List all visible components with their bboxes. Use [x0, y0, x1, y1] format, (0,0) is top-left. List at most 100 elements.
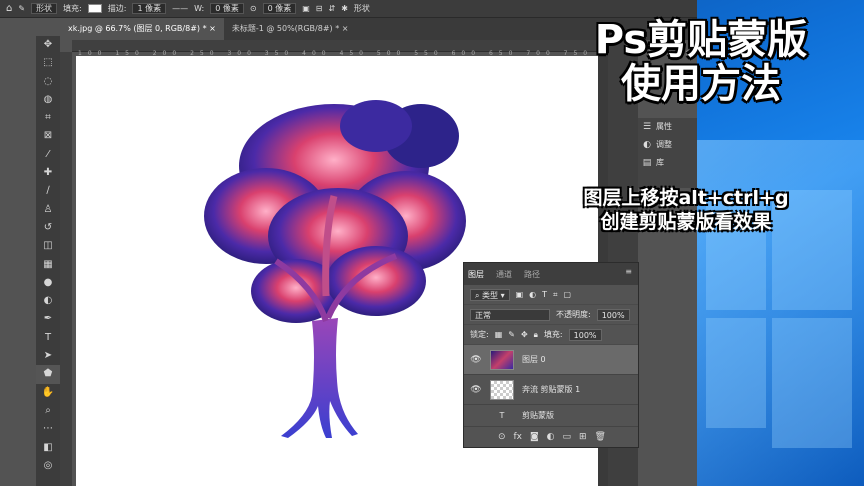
- stroke-label: 描边:: [107, 4, 127, 13]
- text-layer-icon: T: [499, 411, 505, 420]
- gradient-tool-icon[interactable]: ▦: [36, 256, 60, 274]
- shape-tool-icon[interactable]: ⬟: [36, 365, 60, 384]
- zoom-tool-icon[interactable]: ⌕: [36, 402, 60, 420]
- tab-untitled[interactable]: 未标题-1 @ 50%(RGB/8#) * ×: [224, 18, 357, 40]
- tools-panel: ✥ ⬚ ◌ ◍ ⌗ ⊠ ⁄ ✚ ∕ ♙ ↺ ◫ ▦ ● ◐ ✒ T ➤ ⬟ ✋ …: [36, 36, 60, 486]
- side-panel-stack: ☰ 属性 ◐ 调整 ▤ 库: [638, 118, 697, 188]
- width-field[interactable]: 0 像素: [210, 3, 244, 14]
- fill-swatch[interactable]: [87, 4, 102, 13]
- smart-filter-icon[interactable]: ▢: [564, 290, 572, 299]
- hand-tool-icon[interactable]: ✋: [36, 384, 60, 402]
- link-icon[interactable]: ⊙: [250, 4, 257, 13]
- lasso-tool-icon[interactable]: ◌: [36, 73, 60, 91]
- layer-row[interactable]: T 剪贴蒙版: [464, 405, 638, 427]
- adjustment-layer-icon[interactable]: ◐: [547, 432, 555, 442]
- side-item-adjustments[interactable]: ◐ 调整: [638, 136, 697, 154]
- frame-tool-icon[interactable]: ⊠: [36, 127, 60, 145]
- eye-icon[interactable]: 👁︎: [470, 355, 482, 365]
- side-item-properties[interactable]: ☰ 属性: [638, 118, 697, 136]
- marquee-tool-icon[interactable]: ⬚: [36, 54, 60, 72]
- link-layers-icon[interactable]: ⊙: [498, 432, 506, 442]
- path-ops-icon[interactable]: ▣: [302, 4, 310, 13]
- crop-tool-icon[interactable]: ⌗: [36, 109, 60, 127]
- image-filter-icon[interactable]: ▣: [516, 290, 524, 299]
- windows-logo-pane: [772, 318, 852, 448]
- layer-name: 奔流 剪贴蒙版 1: [522, 385, 581, 394]
- width-label: W:: [194, 4, 205, 13]
- stroke-style-select[interactable]: ——: [172, 4, 188, 13]
- options-bar: ⌂ ✎ 形状 填充: 描边: 1 像素 —— W: 0 像素 ⊙ 0 像素 ▣ …: [0, 0, 697, 18]
- tab-layers[interactable]: 图层: [468, 269, 484, 280]
- height-field[interactable]: 0 像素: [262, 3, 297, 14]
- layer-name: 剪贴蒙版: [522, 411, 554, 420]
- adjust-filter-icon[interactable]: ◐: [529, 290, 536, 299]
- stroke-width-field[interactable]: 1 像素: [132, 3, 167, 14]
- shape-mode-right[interactable]: 形状: [354, 3, 370, 14]
- lock-row: 锁定: ▦ ✎ ✥ 🔒︎ 填充: 100%: [464, 325, 638, 345]
- lock-position-icon[interactable]: ✥: [521, 330, 528, 339]
- tab-xk-jpg[interactable]: xk.jpg @ 66.7% (图层 0, RGB/8#) * ×: [60, 18, 224, 40]
- dodge-tool-icon[interactable]: ◐: [36, 292, 60, 310]
- subtitle-caption: 图层上移按alt+ctrl+g 创建剪贴蒙版看效果: [536, 186, 836, 234]
- subtitle-line: 创建剪贴蒙版看效果: [600, 211, 772, 233]
- mask-icon[interactable]: ◙: [530, 432, 539, 442]
- eraser-icon[interactable]: ◫: [36, 237, 60, 255]
- history-brush-icon[interactable]: ↺: [36, 219, 60, 237]
- home-icon[interactable]: ⌂: [6, 3, 12, 14]
- blur-tool-icon[interactable]: ●: [36, 274, 60, 292]
- tab-channels[interactable]: 通道: [496, 269, 512, 280]
- layer-thumbnail: [490, 379, 514, 400]
- side-item-library[interactable]: ▤ 库: [638, 154, 697, 172]
- close-icon[interactable]: ×: [342, 24, 349, 33]
- brush-tool-icon[interactable]: ∕: [36, 182, 60, 200]
- side-item-label: 库: [656, 158, 664, 167]
- move-tool-icon[interactable]: ✥: [36, 36, 60, 54]
- tree-canopy: [204, 100, 466, 323]
- fill-label: 填充:: [63, 4, 82, 13]
- shape-mode-select[interactable]: 形状: [31, 3, 58, 14]
- layer-filter-row: ⌕ 类型 ▾ ▣ ◐ T ⌗ ▢: [464, 285, 638, 305]
- new-layer-icon[interactable]: ⊞: [579, 432, 587, 442]
- shape-filter-icon[interactable]: ⌗: [553, 290, 558, 300]
- sliders-icon: ☰: [642, 122, 652, 132]
- panel-menu-icon[interactable]: ≡: [625, 267, 632, 276]
- color-swatches-icon[interactable]: ◧: [36, 439, 60, 457]
- settings-icon[interactable]: ✱: [341, 4, 348, 13]
- library-icon: ▤: [642, 158, 652, 168]
- healing-brush-icon[interactable]: ✚: [36, 164, 60, 182]
- layers-panel: 图层 通道 路径 ≡ ⌕ 类型 ▾ ▣ ◐ T ⌗ ▢ 正常 不透明度: 100…: [463, 262, 639, 448]
- quick-select-icon[interactable]: ◍: [36, 91, 60, 109]
- group-icon[interactable]: ▭: [563, 432, 572, 442]
- layer-row[interactable]: 👁︎ 图层 0: [464, 345, 638, 375]
- type-tool-icon[interactable]: T: [36, 329, 60, 347]
- subtitle-line: 图层上移按alt+ctrl+g: [583, 187, 789, 209]
- trash-icon[interactable]: 🗑︎: [595, 432, 606, 442]
- layers-footer: ⊙ fx ◙ ◐ ▭ ⊞ 🗑︎: [464, 427, 640, 447]
- align-icon[interactable]: ⊟: [316, 4, 323, 13]
- layer-thumbnail: [490, 349, 514, 370]
- side-item-label: 属性: [656, 122, 672, 131]
- path-select-icon[interactable]: ➤: [36, 347, 60, 365]
- stamp-tool-icon[interactable]: ♙: [36, 201, 60, 219]
- quick-mask-icon[interactable]: ◎: [36, 457, 60, 475]
- tab-label: 未标题-1 @ 50%(RGB/8#) *: [231, 24, 340, 33]
- text-filter-icon[interactable]: T: [542, 290, 547, 299]
- lock-paint-icon[interactable]: ✎: [508, 330, 515, 339]
- pen-tool-icon[interactable]: ✒: [36, 310, 60, 328]
- fx-icon[interactable]: fx: [514, 432, 523, 442]
- arrange-icon[interactable]: ⇵: [329, 4, 336, 13]
- eye-icon[interactable]: 👁︎: [470, 385, 482, 395]
- more-tools-icon[interactable]: ⋯: [36, 420, 60, 438]
- layer-row[interactable]: 👁︎ 奔流 剪贴蒙版 1: [464, 375, 638, 405]
- eyedropper-icon[interactable]: ⁄: [36, 146, 60, 164]
- close-icon[interactable]: ×: [209, 24, 216, 33]
- fill-field[interactable]: 100%: [568, 328, 602, 341]
- pen-tool-icon[interactable]: ✎: [18, 4, 25, 13]
- tab-paths[interactable]: 路径: [524, 269, 540, 280]
- opacity-field[interactable]: 100%: [596, 308, 630, 321]
- lock-pixels-icon[interactable]: ▦: [495, 330, 503, 339]
- layers-panel-tabs: 图层 通道 路径 ≡: [464, 263, 638, 285]
- blend-mode-select[interactable]: 正常: [470, 308, 550, 321]
- lock-all-icon[interactable]: 🔒︎: [534, 330, 538, 340]
- filter-kind-select[interactable]: ⌕ 类型 ▾: [470, 288, 510, 301]
